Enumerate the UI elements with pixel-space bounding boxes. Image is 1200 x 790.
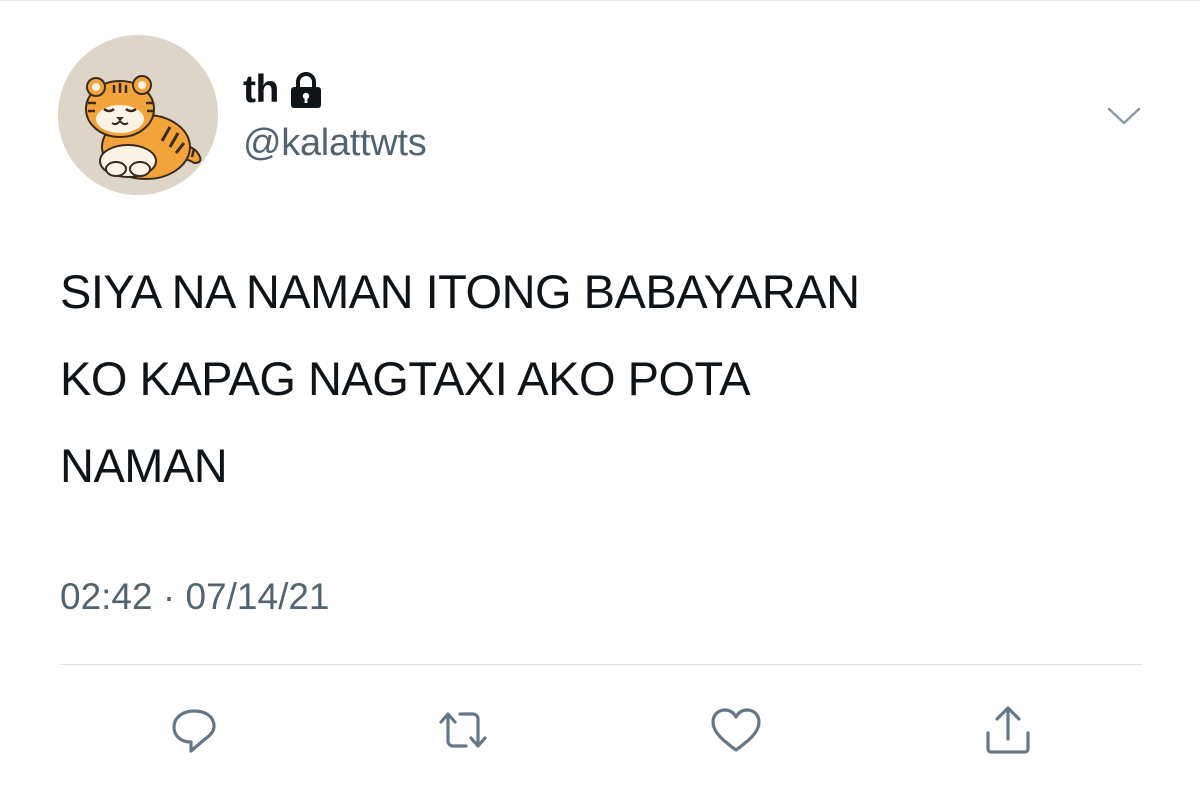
share-button[interactable]	[978, 700, 1038, 760]
display-name[interactable]: th	[243, 68, 279, 112]
reply-icon	[172, 709, 216, 753]
retweet-icon	[439, 712, 487, 748]
retweet-button[interactable]	[433, 700, 493, 760]
tweet-timestamp[interactable]: 02:42 · 07/14/21	[60, 576, 330, 618]
chevron-down-icon	[1107, 107, 1141, 125]
tweet-time: 02:42	[60, 576, 153, 617]
tiger-avatar-icon	[58, 35, 218, 195]
like-button[interactable]	[706, 700, 766, 760]
author-name-row: th	[243, 66, 323, 114]
heart-icon	[711, 708, 761, 752]
tweet-date: 07/14/21	[185, 576, 330, 617]
share-icon	[986, 706, 1030, 754]
reply-button[interactable]	[164, 700, 224, 760]
tweet-text: SIYA NA NAMAN ITONG BABAYARAN KO KAPAG N…	[60, 265, 860, 492]
avatar[interactable]	[58, 35, 218, 195]
top-divider	[0, 0, 1200, 1]
lock-icon	[290, 72, 321, 108]
meta-separator: ·	[162, 576, 176, 617]
more-options-button[interactable]	[1103, 98, 1145, 134]
tweet-actions-bar	[0, 700, 1200, 760]
actions-divider	[60, 664, 1142, 665]
author-handle[interactable]: @kalattwts	[243, 122, 427, 165]
